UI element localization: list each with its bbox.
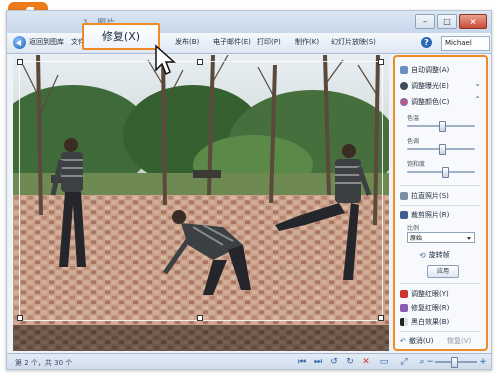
crop-label: 裁剪照片(R) [411, 211, 450, 219]
rotate-frame-button[interactable]: ⟲ 旋转帧 [419, 250, 450, 260]
straighten-label: 拉直照片(S) [411, 192, 449, 200]
minimize-button[interactable]: – [415, 14, 435, 29]
park-photo [13, 55, 389, 351]
ratio-label: 比例 [407, 225, 420, 232]
menu-email[interactable]: 电子邮件(E) [213, 37, 251, 47]
straighten-icon [400, 192, 408, 200]
crop-excluded-area [13, 325, 389, 351]
rotate-left-icon[interactable]: ↺ [329, 357, 339, 367]
fit-to-window-icon[interactable]: ⤢ [399, 357, 409, 367]
revert-button[interactable]: 恢复(V) [447, 336, 471, 346]
temperature-slider[interactable] [407, 121, 475, 132]
adjust-color-item[interactable]: 调整颜色(C) [400, 97, 449, 107]
ratio-select[interactable]: 原始 [407, 232, 475, 243]
mouse-pointer-icon [155, 44, 176, 76]
straighten-item[interactable]: 拉直照片(S) [400, 191, 449, 201]
exposure-icon [400, 82, 408, 90]
saturation-label: 饱和度 [407, 161, 426, 168]
menu-print[interactable]: 打印(P) [257, 37, 281, 47]
close-button[interactable]: × [459, 14, 487, 29]
black-white-icon [400, 318, 408, 326]
minimize-icon: – [423, 16, 427, 26]
photo-gallery-window: 1 . 照片 – □ × 返回到图库 文件 发布(B) 电子邮件(E) 打印(P… [6, 10, 492, 370]
previous-icon[interactable]: ⏮ [297, 357, 307, 367]
eye-icon [400, 290, 408, 298]
slider-thumb[interactable] [439, 121, 446, 132]
rotate-frame-label: 旋转帧 [428, 251, 450, 259]
status-bar: 第 2 个，共 30 个 ⏮ ⏭ ↺ ↻ ✕ ▭ ⤢ ⌕ − + [7, 353, 491, 369]
slider-thumb[interactable] [451, 357, 458, 368]
tint-slider[interactable] [407, 144, 475, 155]
rotate-icon: ⟲ [419, 250, 426, 260]
revert-label: 恢复(V) [447, 337, 472, 345]
title-bar: 1 . 照片 – □ × [7, 11, 491, 33]
undo-icon: ↶ [400, 337, 406, 345]
close-icon: × [469, 16, 477, 26]
fix-red-eye-item[interactable]: 修复红眼(R) [400, 303, 449, 313]
undo-button[interactable]: ↶ 撤消(U) [400, 336, 433, 346]
menu-publish[interactable]: 发布(B) [175, 37, 199, 47]
back-arrow-icon[interactable] [13, 36, 26, 49]
menu-make[interactable]: 制作(K) [295, 37, 319, 47]
color-label: 调整颜色(C) [411, 98, 450, 106]
help-icon[interactable]: ? [421, 37, 432, 48]
apply-button[interactable]: 应用 [427, 265, 459, 278]
auto-adjust-label: 自动调整(A) [411, 66, 450, 74]
delete-icon[interactable]: ✕ [361, 357, 371, 367]
fix-panel: 自动调整(A) 调整曝光(E) ⌄ 调整颜色(C) ⌃ 色温 色调 饱和度 拉直… [393, 55, 488, 351]
maximize-icon: □ [443, 16, 451, 26]
black-white-item[interactable]: 黑白效果(B) [400, 317, 449, 327]
auto-adjust-item[interactable]: 自动调整(A) [400, 65, 449, 75]
chevron-up-icon[interactable]: ⌃ [474, 95, 481, 104]
crop-handle[interactable] [197, 315, 203, 321]
exposure-label: 调整曝光(E) [411, 82, 449, 90]
user-account-button[interactable]: Michael [441, 36, 490, 51]
temperature-label: 色温 [407, 115, 420, 122]
crop-handle[interactable] [17, 59, 23, 65]
crop-handle[interactable] [17, 315, 23, 321]
crop-handle[interactable] [378, 59, 384, 65]
red-eye-fix-icon [400, 304, 408, 312]
fix-red-eye-label: 修复红眼(R) [411, 304, 450, 312]
rotate-right-icon[interactable]: ↻ [345, 357, 355, 367]
fix-menu-callout[interactable]: 修复(X) [82, 23, 160, 50]
photo-position: 第 2 个，共 30 个 [15, 359, 73, 367]
undo-label: 撤消(U) [408, 337, 434, 345]
red-eye-item[interactable]: 调整红眼(Y) [400, 289, 449, 299]
crop-item[interactable]: 裁剪照片(R) [400, 210, 449, 220]
magic-wand-icon [400, 66, 408, 74]
crop-handle[interactable] [197, 59, 203, 65]
zoom-out-icon[interactable]: − [425, 357, 435, 367]
zoom-slider[interactable] [435, 357, 477, 368]
adjust-exposure-item[interactable]: 调整曝光(E) [400, 81, 449, 91]
saturation-slider[interactable] [407, 167, 475, 178]
maximize-button[interactable]: □ [437, 14, 457, 29]
slider-thumb[interactable] [442, 167, 449, 178]
red-eye-label: 调整红眼(Y) [411, 290, 449, 298]
divider [400, 331, 480, 332]
divider [400, 185, 480, 186]
black-white-label: 黑白效果(B) [411, 318, 450, 326]
photo-canvas[interactable] [13, 55, 389, 351]
menu-slideshow[interactable]: 幻灯片放映(S) [331, 37, 376, 47]
back-to-gallery-button[interactable]: 返回到图库 [29, 37, 64, 47]
next-icon[interactable]: ⏭ [313, 357, 323, 367]
menu-bar: 返回到图库 文件 发布(B) 电子邮件(E) 打印(P) 制作(K) 幻灯片放映… [7, 33, 491, 54]
divider [400, 283, 480, 284]
chevron-down-icon[interactable]: ⌄ [474, 79, 481, 88]
color-icon [400, 98, 408, 106]
tint-label: 色调 [407, 138, 420, 145]
zoom-in-icon[interactable]: + [478, 357, 488, 367]
crop-icon [400, 211, 408, 219]
slider-thumb[interactable] [439, 144, 446, 155]
crop-handle[interactable] [378, 315, 384, 321]
divider [400, 205, 480, 206]
slideshow-icon[interactable]: ▭ [379, 357, 389, 367]
